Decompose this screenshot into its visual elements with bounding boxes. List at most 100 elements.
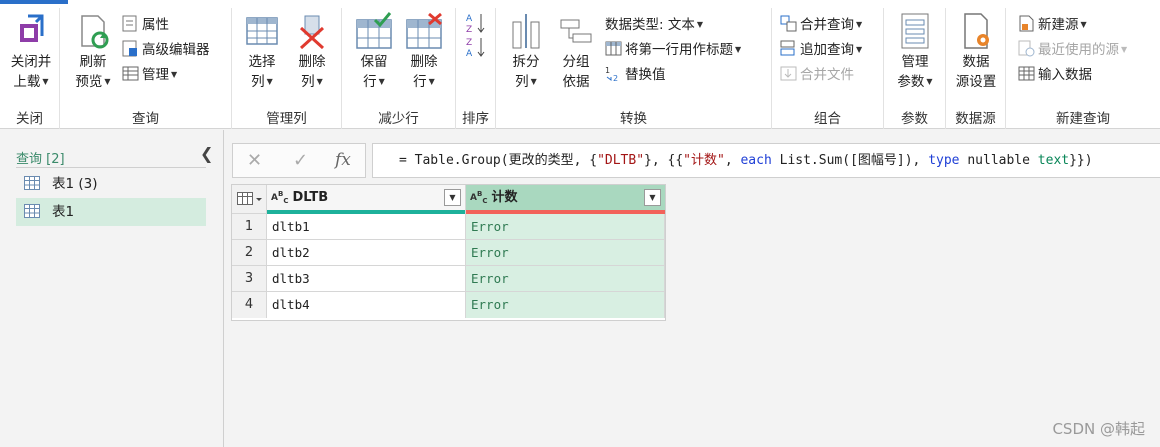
manage-parameters-icon [901, 13, 929, 49]
combine-files-button[interactable]: 合并文件 [780, 64, 854, 86]
formula-part: , [724, 153, 741, 168]
data-source-settings-label-2: 源设置 [955, 74, 997, 90]
refresh-icon [81, 15, 109, 49]
refresh-label-1: 刷新 [79, 54, 107, 70]
table-header-icon [605, 41, 622, 56]
error-cell[interactable]: Error [466, 214, 665, 240]
row-number[interactable]: 1 [232, 214, 267, 240]
manage-parameters-button[interactable]: 管理 参数 ▼ [890, 12, 940, 92]
remove-rows-label-1: 删除 [410, 54, 438, 70]
recent-sources-icon [1018, 40, 1035, 57]
formula-string: "DLTB" [597, 153, 645, 168]
recent-sources-dropdown[interactable]: 最近使用的源 ▼ [1018, 39, 1127, 61]
keep-rows-icon [356, 12, 392, 49]
column-filter-dropdown-icon[interactable]: ▼ [644, 189, 661, 206]
refresh-preview-button[interactable]: 刷新 预览 ▼ [68, 12, 118, 92]
collapse-pane-chevron-icon[interactable]: ❮ [200, 144, 213, 163]
group-by-button[interactable]: 分组 依据 [552, 12, 600, 92]
sort-ascending-button[interactable]: A Z [466, 12, 486, 35]
error-cell[interactable]: Error [466, 292, 665, 318]
query-item-label: 表1 [52, 204, 75, 220]
table-menu-icon [237, 192, 262, 205]
replace-values-button[interactable]: 1 2 替换值 [605, 64, 666, 86]
row-number[interactable]: 2 [232, 240, 267, 266]
queries-header: 查询 [2] [16, 152, 65, 167]
group-label-reduce-rows: 减少行 [378, 111, 419, 127]
column-header-count[interactable]: ABC 计数 ▼ [466, 185, 665, 214]
data-type-dropdown[interactable]: 数据类型: 文本 ▼ [605, 14, 703, 36]
active-tab-indicator [0, 0, 68, 4]
svg-text:Z: Z [466, 38, 472, 48]
remove-columns-button[interactable]: 删除 列 ▼ [288, 12, 336, 92]
formula-keyword: text [1037, 153, 1070, 168]
text-type-icon: ABC [271, 190, 289, 205]
sort-descending-icon: Z A [466, 38, 485, 59]
manage-button[interactable]: 管理 ▼ [122, 64, 177, 86]
formula-controls: ✕ ✓ fx [232, 143, 366, 178]
table-cell[interactable]: dltb4 [267, 292, 466, 318]
close-and-load-label-1: 关闭并 [10, 54, 52, 70]
svg-text:A: A [466, 14, 473, 24]
advanced-editor-icon [122, 40, 137, 57]
formula-part: }, {{ [644, 153, 684, 168]
group-label-sort: 排序 [462, 111, 489, 127]
fx-icon[interactable]: fx [335, 150, 351, 170]
data-source-settings-button[interactable]: 数据 源设置 [951, 12, 1001, 92]
group-data-source: 数据 源设置 数据源 [946, 8, 1006, 129]
choose-columns-button[interactable]: 选择 列 ▼ [238, 12, 286, 92]
new-source-icon [1019, 15, 1034, 32]
group-transform: 拆分 列 ▼ 分组 依据 数据类型: 文本 ▼ 将第一行用作标题 ▼ 1 2 替换值 转换 [496, 8, 772, 129]
row-number[interactable]: 4 [232, 292, 267, 318]
table-cell[interactable]: dltb3 [267, 266, 466, 292]
formula-keyword: each [740, 153, 772, 168]
group-label-parameters: 参数 [901, 111, 928, 127]
group-label-transform: 转换 [620, 111, 647, 127]
queries-pane: 查询 [2] ❮ 表1 (3) 表1 [0, 130, 224, 447]
group-label-close: 关闭 [16, 111, 43, 127]
grid-corner-menu[interactable] [232, 185, 267, 214]
remove-rows-button[interactable]: 删除 行 ▼ [400, 12, 448, 92]
error-cell[interactable]: Error [466, 266, 665, 292]
error-cell[interactable]: Error [466, 240, 665, 266]
svg-text:1: 1 [605, 66, 610, 75]
merge-queries-dropdown[interactable]: 合并查询 ▼ [780, 14, 862, 36]
combine-files-icon [780, 66, 797, 81]
use-first-row-as-headers-button[interactable]: 将第一行用作标题 ▼ [605, 39, 741, 61]
remove-rows-label-2: 行 ▼ [413, 74, 435, 90]
query-item-table1-3[interactable]: 表1 (3) [16, 170, 206, 198]
keep-rows-label-2: 行 ▼ [363, 74, 385, 90]
replace-values-icon: 12 [605, 66, 618, 82]
group-new-query: 新建源 ▼ 最近使用的源 ▼ 输入数据 新建查询 [1006, 8, 1160, 129]
table-cell[interactable]: dltb1 [267, 214, 466, 240]
cancel-formula-icon[interactable]: ✕ [247, 150, 262, 171]
keep-rows-button[interactable]: 保留 行 ▼ [350, 12, 398, 92]
enter-data-icon [1018, 66, 1035, 81]
new-source-dropdown[interactable]: 新建源 ▼ [1018, 14, 1087, 36]
formula-input[interactable]: = Table.Group(更改的类型, {"DLTB"}, {{"计数", e… [372, 143, 1160, 178]
properties-label: 属性 [142, 17, 169, 33]
data-grid: ABC DLTB ▼ ABC 计数 ▼ 1 dltb1 Error 2 dltb2 … [231, 184, 666, 321]
ribbon: 关闭并 上载 ▼ 关闭 刷新 预览 ▼ 属性 高级编辑器 管理 ▼ 查询 选择 … [0, 0, 1160, 129]
group-close: 关闭并 上载 ▼ 关闭 [0, 8, 60, 129]
sort-ascending-icon: A Z [466, 14, 485, 35]
table-cell[interactable]: dltb2 [267, 240, 466, 266]
group-label-manage-columns: 管理列 [266, 111, 307, 127]
sort-descending-button[interactable]: Z A [466, 36, 486, 59]
split-column-button[interactable]: 拆分 列 ▼ [502, 12, 550, 92]
column-header-dltb[interactable]: ABC DLTB ▼ [267, 185, 466, 214]
properties-button[interactable]: 属性 [122, 14, 169, 36]
data-source-settings-label-1: 数据 [962, 54, 990, 70]
split-column-label-1: 拆分 [512, 54, 540, 70]
formula-part: nullable [959, 153, 1038, 168]
advanced-editor-button[interactable]: 高级编辑器 [122, 39, 210, 61]
table-icon [24, 204, 40, 218]
commit-formula-icon[interactable]: ✓ [293, 150, 308, 171]
column-filter-dropdown-icon[interactable]: ▼ [444, 189, 461, 206]
svg-text:A: A [466, 49, 473, 58]
recent-sources-label: 最近使用的源 [1038, 42, 1119, 58]
query-item-table1[interactable]: 表1 [16, 198, 206, 226]
append-queries-dropdown[interactable]: 追加查询 ▼ [780, 39, 862, 61]
enter-data-button[interactable]: 输入数据 [1018, 64, 1092, 86]
close-and-load-button[interactable]: 关闭并 上载 ▼ [6, 12, 56, 92]
row-number[interactable]: 3 [232, 266, 267, 292]
